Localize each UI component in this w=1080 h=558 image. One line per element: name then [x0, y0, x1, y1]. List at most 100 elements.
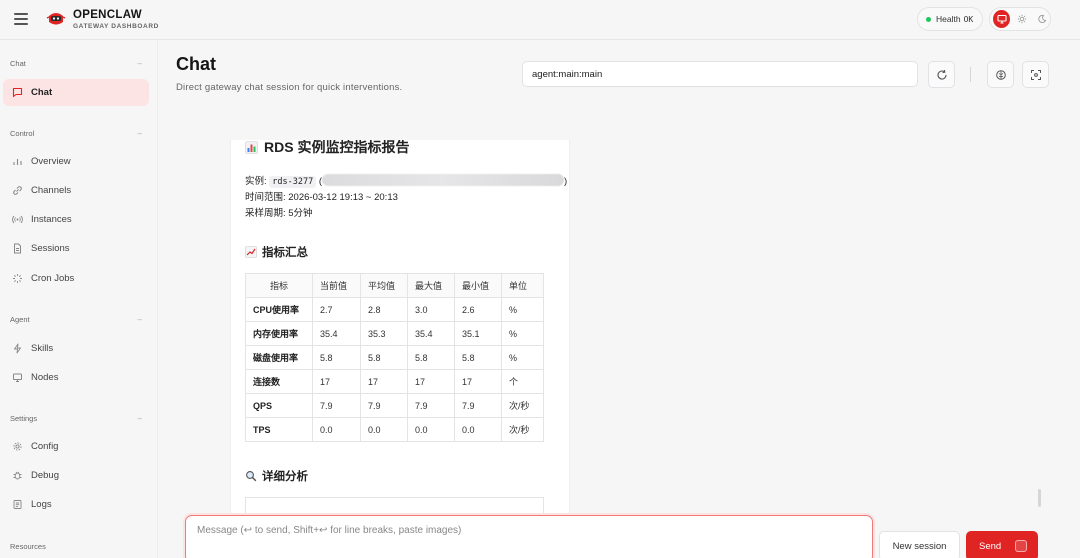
table-cell: 5.8 [407, 345, 455, 370]
table-cell: 0.0 [312, 417, 361, 442]
broadcast-icon [12, 215, 23, 224]
table-row: CPU使用率 2.7 2.8 3.0 2.6 % [245, 297, 544, 322]
sidebar-section-control[interactable]: Control – [10, 129, 142, 138]
status-dot-icon [926, 16, 931, 22]
menu-icon[interactable] [14, 13, 28, 25]
new-session-button[interactable]: New session [879, 531, 960, 558]
column-header: 单位 [501, 273, 544, 298]
sidebar-item-label: Overview [31, 156, 71, 167]
collapse-icon: – [137, 315, 142, 324]
sun-icon [1017, 14, 1026, 24]
sidebar-item-label: Logs [31, 499, 52, 510]
trend-chart-icon [245, 246, 257, 258]
lightning-icon [14, 343, 21, 354]
summary-heading-text: 指标汇总 [262, 247, 308, 259]
table-row: 连接数 17 17 17 17 个 [245, 369, 544, 394]
table-cell: 0.0 [360, 417, 408, 442]
section-label: Control [10, 129, 35, 138]
table-cell: % [501, 321, 544, 346]
instance-id: rds-3277 [269, 176, 317, 188]
table-cell: 35.3 [360, 321, 408, 346]
sidebar-item-label: Skills [31, 343, 54, 354]
sidebar-item-nodes[interactable]: Nodes [3, 364, 149, 391]
instance-label: 实例: [245, 176, 270, 187]
report-title: RDS 实例监控指标报告 [245, 140, 409, 157]
table-cell: 35.4 [407, 321, 455, 346]
table-cell: 17 [454, 369, 502, 394]
sidebar-item-label: Instances [31, 214, 72, 225]
sidebar-item-skills[interactable]: Skills [3, 335, 149, 362]
enter-key-icon [1015, 540, 1027, 552]
metric-name: 磁盘使用率 [245, 345, 313, 370]
theme-dark-button[interactable] [1033, 10, 1050, 28]
bar-chart-icon [245, 140, 258, 154]
sidebar-item-chat[interactable]: Chat [3, 79, 149, 106]
send-label: Send [979, 540, 1002, 552]
table-cell: 35.1 [454, 321, 502, 346]
collapse-icon: – [137, 414, 142, 423]
health-status: OK [963, 14, 974, 24]
column-header: 最大值 [407, 273, 455, 298]
column-header: 平均值 [360, 273, 408, 298]
sidebar-item-overview[interactable]: Overview [3, 148, 149, 175]
table-cell: 2.8 [360, 297, 408, 322]
sidebar-item-instances[interactable]: Instances [3, 206, 149, 233]
table-cell: 0.0 [454, 417, 502, 442]
table-cell: 7.9 [407, 393, 455, 418]
sidebar-item-sessions[interactable]: Sessions [3, 235, 149, 262]
monitor-icon [13, 373, 22, 382]
sidebar-item-channels[interactable]: Channels [3, 177, 149, 204]
table-cell: 次/秒 [501, 417, 544, 442]
metric-name: TPS [245, 417, 313, 442]
sample-period: 采样周期: 5分钟 [245, 208, 313, 219]
theme-system-button[interactable] [993, 10, 1010, 28]
sidebar-item-label: Sessions [31, 243, 70, 254]
message-input[interactable]: Message (↩ to send, Shift+↩ for line bre… [185, 515, 873, 558]
table-cell: 2.6 [454, 297, 502, 322]
sidebar-item-label: Config [31, 441, 59, 452]
sidebar-item-label: Debug [31, 470, 59, 481]
section-label: Agent [10, 315, 30, 324]
sidebar-item-config[interactable]: Config [3, 433, 149, 460]
theme-switcher [989, 7, 1051, 31]
sidebar-section-chat[interactable]: Chat – [10, 59, 142, 68]
send-button[interactable]: Send [966, 531, 1038, 558]
sidebar-section-resources[interactable]: Resources [10, 542, 142, 551]
detail-heading: 详细分析 [245, 468, 308, 484]
health-badge: Health OK [917, 7, 983, 31]
refresh-button[interactable] [928, 61, 955, 88]
table-cell: % [501, 297, 544, 322]
summary-heading: 指标汇总 [245, 244, 308, 260]
sidebar-item-label: Cron Jobs [31, 273, 75, 284]
table-cell: 7.9 [312, 393, 361, 418]
sidebar-item-cron-jobs[interactable]: Cron Jobs [3, 265, 149, 292]
table-cell: % [501, 345, 544, 370]
paren-close: ) [564, 176, 568, 187]
table-cell: 7.9 [454, 393, 502, 418]
collapse-icon: – [137, 129, 142, 138]
sidebar: Chat – Chat Control – Overview Channels In… [0, 40, 158, 558]
sidebar-item-debug[interactable]: Debug [3, 462, 149, 489]
table-cell: 7.9 [360, 393, 408, 418]
sidebar-section-agent[interactable]: Agent – [10, 315, 142, 324]
chat-scrollbar[interactable] [1038, 489, 1041, 507]
thinking-toggle-button[interactable] [987, 61, 1014, 88]
section-label: Resources [10, 542, 46, 551]
gear-icon [13, 442, 22, 451]
metric-name: QPS [245, 393, 313, 418]
bug-icon [13, 471, 22, 480]
sidebar-section-settings[interactable]: Settings – [10, 414, 142, 423]
section-label: Chat [10, 59, 26, 68]
theme-light-button[interactable] [1013, 10, 1030, 28]
session-key-select[interactable]: agent:main:main [522, 61, 918, 87]
page-title: Chat [176, 54, 216, 74]
column-header: 最小值 [454, 273, 502, 298]
focus-mode-button[interactable] [1022, 61, 1049, 88]
table-cell: 5.8 [454, 345, 502, 370]
log-file-icon [13, 500, 22, 509]
brand-name: OPENCLAW [73, 9, 142, 21]
sidebar-item-label: Chat [31, 87, 53, 98]
time-range: 时间范围: 2026-03-12 19:13 ~ 20:13 [245, 192, 398, 203]
table-cell: 17 [360, 369, 408, 394]
sidebar-item-logs[interactable]: Logs [3, 491, 149, 518]
